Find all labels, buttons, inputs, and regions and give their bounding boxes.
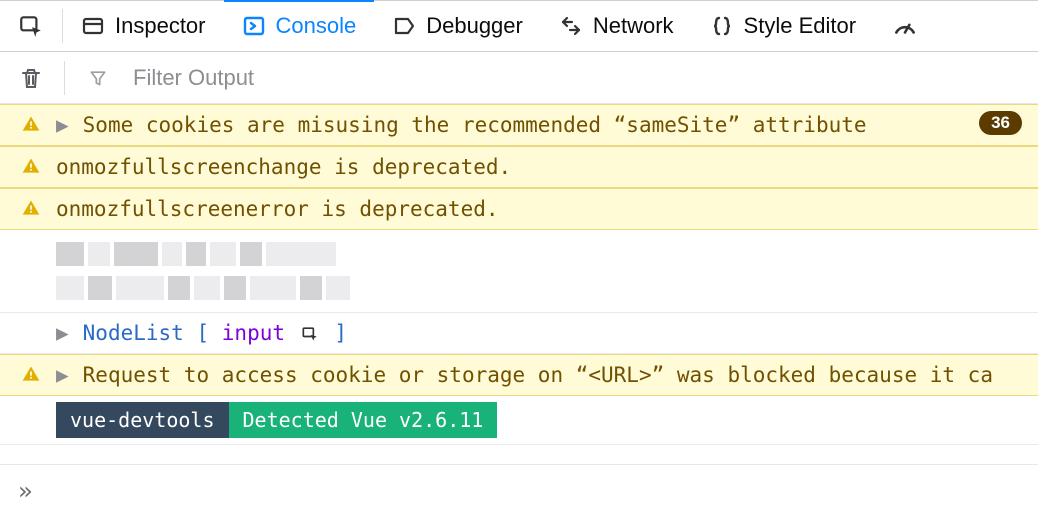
tab-network[interactable]: Network — [541, 1, 692, 51]
vue-badge-label: vue-devtools — [56, 402, 229, 438]
tab-debugger[interactable]: Debugger — [374, 1, 541, 51]
filter-icon — [83, 63, 113, 93]
console-input-row[interactable]: » — [0, 464, 1038, 516]
prompt-chevron-icon: » — [18, 477, 32, 505]
nodelist-keyword: NodeList — [83, 321, 184, 345]
tab-inspector[interactable]: Inspector — [63, 1, 224, 51]
tab-network-label: Network — [593, 13, 674, 39]
nodelist-element: input — [222, 321, 285, 345]
inspector-icon — [81, 14, 105, 38]
log-row-redacted[interactable] — [0, 230, 1038, 313]
toolbox-tabbar: Inspector Console Debugger — [0, 0, 1038, 52]
debugger-icon — [392, 14, 416, 38]
filter-input[interactable] — [131, 64, 1022, 92]
warning-text: Some cookies are misusing the recommende… — [83, 111, 965, 139]
tab-debugger-label: Debugger — [426, 13, 523, 39]
pick-element-icon — [18, 13, 44, 39]
warning-row-cookies[interactable]: ▶ Some cookies are misusing the recommen… — [0, 104, 1038, 146]
tab-style-editor[interactable]: Style Editor — [692, 1, 875, 51]
log-row-nodelist[interactable]: ▶ NodeList [ input ] — [0, 313, 1038, 354]
warning-row-deprec2[interactable]: onmozfullscreenerror is deprecated. — [0, 188, 1038, 230]
performance-icon — [892, 13, 918, 39]
vue-devtools-badge: vue-devtools Detected Vue v2.6.11 — [56, 402, 497, 438]
clear-console-button[interactable] — [16, 63, 46, 93]
devtools-panel: Inspector Console Debugger — [0, 0, 1038, 516]
warning-row-deprec1[interactable]: onmozfullscreenchange is deprecated. — [0, 146, 1038, 188]
warning-text: Request to access cookie or storage on “… — [83, 361, 1022, 389]
warning-icon — [20, 195, 42, 218]
nodelist-text: NodeList [ input ] — [83, 319, 1022, 347]
warning-icon — [20, 361, 42, 384]
expand-arrow-icon[interactable]: ▶ — [56, 111, 69, 139]
console-messages: ▶ Some cookies are misusing the recommen… — [0, 104, 1038, 464]
tab-style-editor-label: Style Editor — [744, 13, 857, 39]
tab-inspector-label: Inspector — [115, 13, 206, 39]
expand-arrow-icon[interactable]: ▶ — [56, 361, 69, 389]
vue-badge-version: Detected Vue v2.6.11 — [229, 402, 498, 438]
divider — [64, 61, 65, 95]
tab-performance[interactable] — [874, 1, 918, 51]
warning-text: onmozfullscreenchange is deprecated. — [56, 153, 1022, 181]
bracket-open: [ — [196, 321, 209, 345]
tab-console-label: Console — [276, 13, 357, 39]
redacted-content — [56, 240, 350, 302]
repeat-count-badge: 36 — [979, 111, 1022, 135]
warning-icon — [20, 111, 42, 134]
network-icon — [559, 14, 583, 38]
console-filter-bar — [0, 52, 1038, 104]
tab-console[interactable]: Console — [224, 1, 375, 51]
console-icon — [242, 14, 266, 38]
pick-element-button[interactable] — [0, 1, 62, 51]
warning-row-storage[interactable]: ▶ Request to access cookie or storage on… — [0, 354, 1038, 396]
warning-text: onmozfullscreenerror is deprecated. — [56, 195, 1022, 223]
expand-arrow-icon[interactable]: ▶ — [56, 319, 69, 347]
inspect-node-icon[interactable] — [300, 324, 320, 344]
warning-icon — [20, 153, 42, 176]
style-editor-icon — [710, 14, 734, 38]
log-row-vue[interactable]: vue-devtools Detected Vue v2.6.11 — [0, 396, 1038, 445]
bracket-close: ] — [334, 321, 347, 345]
